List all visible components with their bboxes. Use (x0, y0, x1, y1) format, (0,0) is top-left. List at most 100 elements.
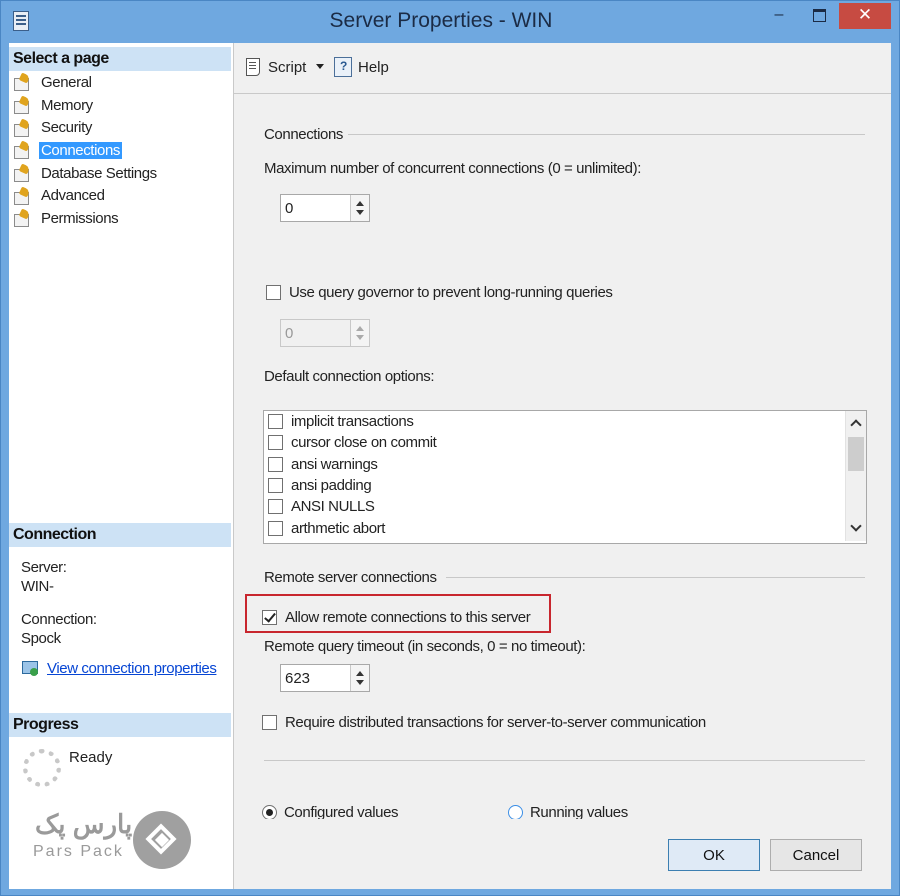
view-connection-properties: View connection properties (21, 659, 217, 677)
option-checkbox[interactable] (268, 414, 283, 430)
option-label: ansi padding (291, 477, 372, 495)
query-governor-checkbox[interactable] (266, 285, 281, 300)
max-connections-spinner[interactable] (280, 194, 370, 222)
option-implicit-transactions[interactable]: implicit transactions (264, 411, 866, 432)
spin-down-icon[interactable] (356, 680, 364, 685)
left-pane: Select a page General Memory Security Co… (9, 43, 234, 889)
dialog-client-area: Select a page General Memory Security Co… (9, 43, 891, 889)
window-title: Server Properties - WIN (329, 9, 553, 32)
option-label: cursor close on commit (291, 434, 437, 452)
remote-timeout-spinner[interactable] (280, 664, 370, 692)
page-icon (13, 74, 31, 92)
title-bar[interactable]: Server Properties - WIN – ✕ (1, 1, 899, 43)
option-checkbox[interactable] (268, 435, 283, 451)
page-item-permissions[interactable]: Permissions (13, 207, 159, 230)
query-governor-spinner (280, 319, 370, 347)
server-value: WIN- (21, 578, 54, 595)
script-dropdown-arrow-icon[interactable] (316, 64, 324, 69)
allow-remote-label: Allow remote connections to this server (285, 609, 531, 626)
query-governor-option[interactable]: Use query governor to prevent long-runni… (266, 284, 613, 301)
spin-down-icon (356, 335, 364, 340)
page-label: Security (41, 119, 92, 137)
page-icon (13, 210, 31, 228)
connections-group-title: Connections (264, 126, 343, 143)
remote-timeout-label: Remote query timeout (in seconds, 0 = no… (264, 638, 586, 655)
option-checkbox[interactable] (268, 520, 283, 536)
help-label: Help (358, 58, 389, 76)
watermark-english-text: Pars Pack (33, 843, 124, 860)
toolbar: Script Help (234, 43, 891, 94)
connection-properties-icon (21, 659, 39, 677)
connections-page: Connections Maximum number of concurrent… (234, 94, 891, 821)
progress-spinner-icon (23, 749, 61, 787)
option-label: arthmetic abort (291, 519, 386, 537)
option-ansi-nulls[interactable]: ANSI NULLS (264, 496, 866, 517)
page-item-security[interactable]: Security (13, 116, 159, 139)
query-governor-label: Use query governor to prevent long-runni… (289, 284, 613, 301)
help-button[interactable]: Help (334, 57, 389, 77)
option-ansi-warnings[interactable]: ansi warnings (264, 454, 866, 475)
query-governor-input (281, 320, 357, 346)
script-icon (244, 57, 262, 77)
option-checkbox[interactable] (268, 456, 283, 472)
allow-remote-option[interactable]: Allow remote connections to this server (262, 609, 531, 626)
script-button[interactable]: Script (244, 57, 306, 77)
page-icon (13, 142, 31, 160)
page-icon (13, 165, 31, 183)
options-scrollbar[interactable] (845, 411, 866, 541)
default-options-list[interactable]: implicit transactions cursor close on co… (263, 410, 867, 544)
require-distributed-label: Require distributed transactions for ser… (285, 714, 706, 731)
page-item-general[interactable]: General (13, 71, 159, 94)
option-ansi-padding[interactable]: ansi padding (264, 475, 866, 496)
remote-timeout-spin-arrows[interactable] (350, 665, 369, 691)
maximize-button[interactable] (801, 3, 837, 29)
spin-up-icon[interactable] (356, 671, 364, 676)
page-item-memory[interactable]: Memory (13, 94, 159, 117)
remote-timeout-input[interactable] (281, 665, 357, 691)
max-connections-spin-arrows[interactable] (350, 195, 369, 221)
maximize-icon (812, 9, 826, 22)
require-distributed-checkbox[interactable] (262, 715, 277, 730)
require-distributed-option[interactable]: Require distributed transactions for ser… (262, 714, 706, 731)
option-label: implicit transactions (291, 413, 414, 431)
page-icon (13, 97, 31, 115)
option-arithmetic-abort[interactable]: arthmetic abort (264, 517, 866, 538)
option-label: ansi warnings (291, 455, 378, 473)
max-connections-input[interactable] (281, 195, 357, 221)
allow-remote-checkbox[interactable] (262, 610, 277, 625)
page-label: Permissions (41, 209, 119, 227)
max-connections-label: Maximum number of concurrent connections… (264, 160, 641, 177)
default-options-label: Default connection options: (264, 368, 435, 385)
connection-value: Spock (21, 630, 61, 647)
minimize-button[interactable]: – (761, 3, 797, 29)
configured-values-radio[interactable] (262, 805, 277, 820)
option-checkbox[interactable] (268, 478, 283, 494)
option-cursor-close-on-commit[interactable]: cursor close on commit (264, 432, 866, 453)
spin-up-icon (356, 326, 364, 331)
page-item-connections[interactable]: Connections (13, 139, 159, 162)
scroll-up-icon[interactable] (850, 419, 862, 431)
option-checkbox[interactable] (268, 499, 283, 515)
cancel-button[interactable]: Cancel (770, 839, 862, 871)
connection-header: Connection (9, 523, 231, 547)
spin-up-icon[interactable] (356, 201, 364, 206)
scroll-down-icon[interactable] (850, 520, 862, 532)
page-label: Memory (41, 96, 93, 114)
spin-down-icon[interactable] (356, 210, 364, 215)
page-item-database-settings[interactable]: Database Settings (13, 162, 159, 185)
close-button[interactable]: ✕ (839, 3, 891, 29)
page-icon (13, 120, 31, 137)
running-values-radio[interactable] (508, 805, 523, 820)
page-item-advanced[interactable]: Advanced (13, 184, 159, 207)
page-label: General (41, 73, 92, 91)
dialog-footer: OK Cancel (234, 819, 891, 889)
page-label: Connections (39, 141, 122, 159)
select-page-header: Select a page (9, 47, 231, 71)
remote-group-title: Remote server connections (264, 569, 437, 586)
connection-label: Connection: (21, 611, 97, 628)
ok-button[interactable]: OK (668, 839, 760, 871)
view-connection-properties-link[interactable]: View connection properties (47, 660, 217, 677)
option-label: ANSI NULLS (291, 498, 375, 516)
scroll-thumb[interactable] (848, 437, 864, 471)
script-label: Script (268, 58, 307, 76)
